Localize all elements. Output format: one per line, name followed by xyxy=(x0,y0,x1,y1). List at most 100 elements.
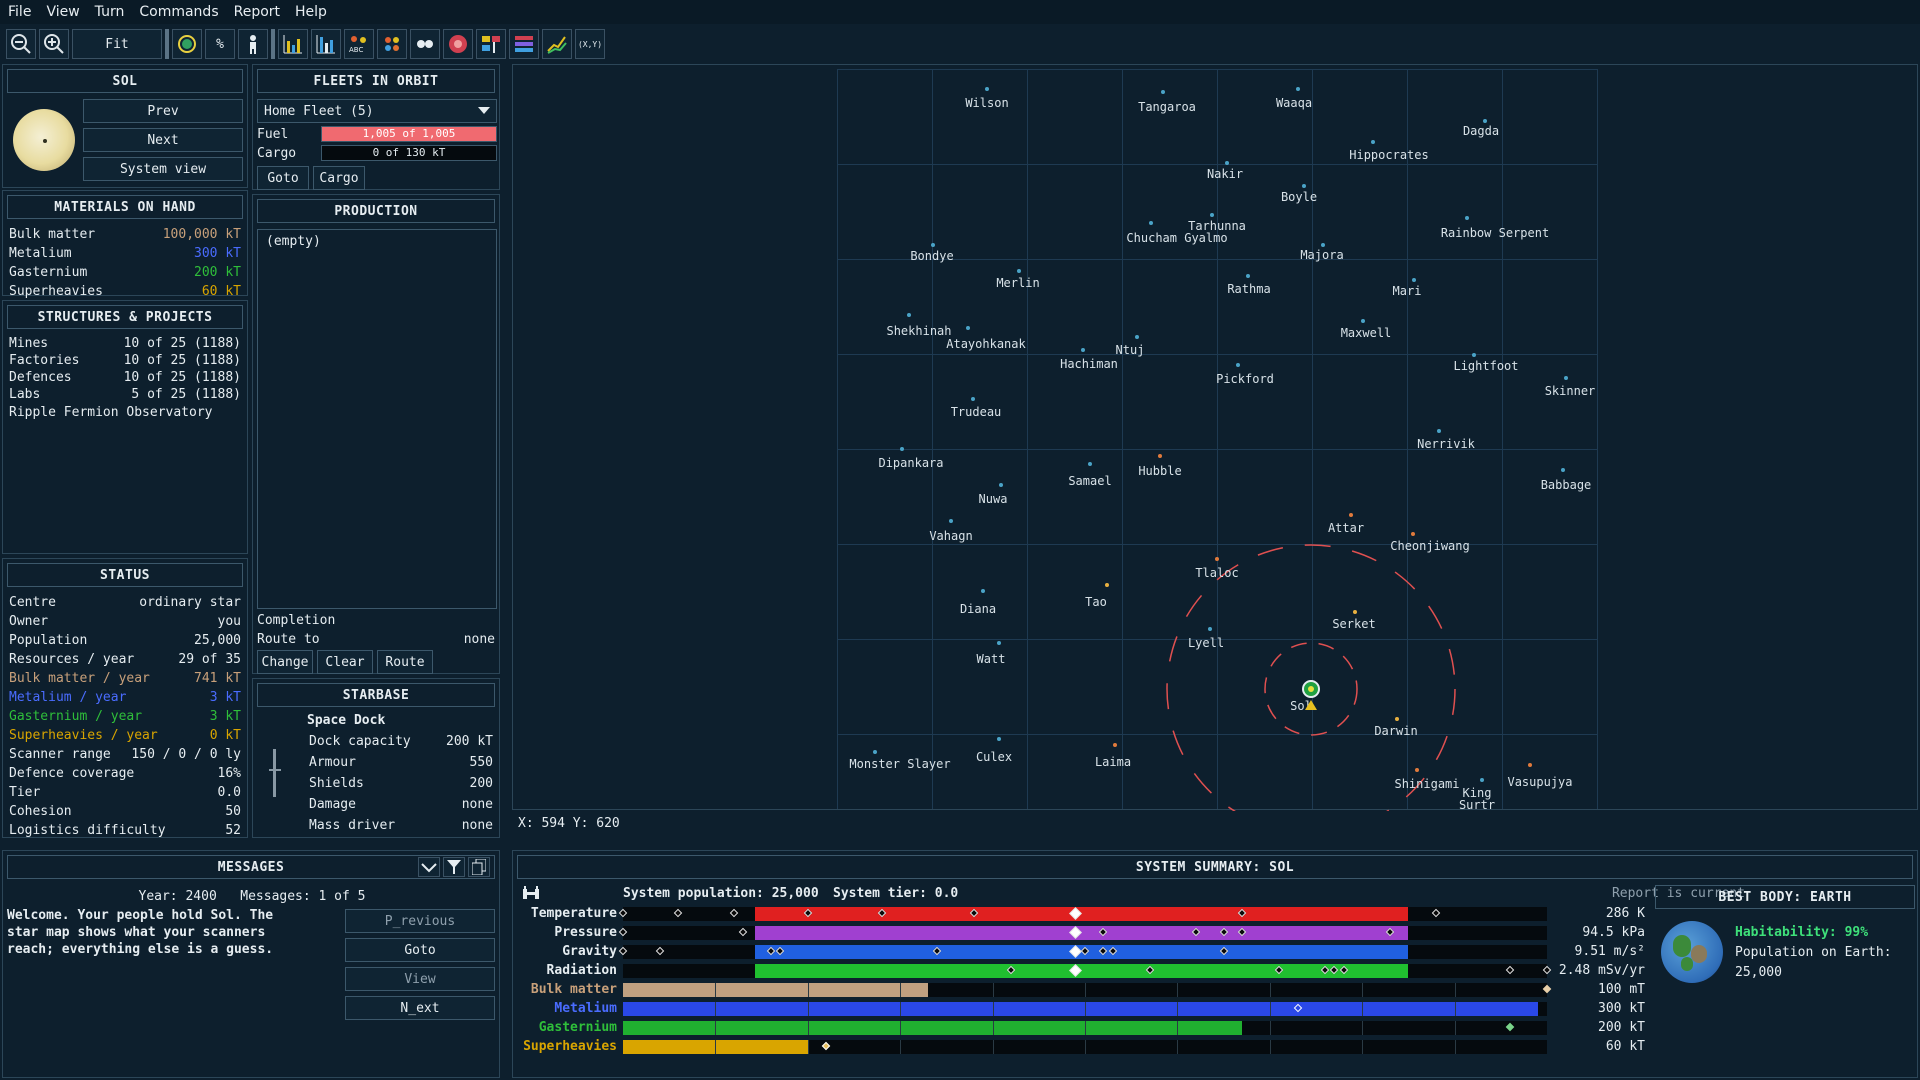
star-dot[interactable] xyxy=(1081,348,1085,352)
star-dot[interactable] xyxy=(1113,743,1117,747)
star-label[interactable]: Mari xyxy=(1393,284,1422,298)
star-dot[interactable] xyxy=(999,483,1003,487)
star-dot[interactable] xyxy=(981,589,985,593)
flags-icon[interactable] xyxy=(476,29,506,59)
star-label[interactable]: Waaqa xyxy=(1276,96,1312,110)
menu-help[interactable]: Help xyxy=(287,4,334,20)
home-marker-icon[interactable] xyxy=(1302,680,1320,698)
star-dot[interactable] xyxy=(971,397,975,401)
star-dot[interactable] xyxy=(931,243,935,247)
message-goto-button[interactable]: Goto xyxy=(345,938,495,962)
star-dot[interactable] xyxy=(1225,161,1229,165)
star-label[interactable]: Lightfoot xyxy=(1453,359,1518,373)
star-dot[interactable] xyxy=(997,641,1001,645)
star-dot[interactable] xyxy=(1480,778,1484,782)
names-icon[interactable]: ABC xyxy=(344,29,374,59)
star-dot[interactable] xyxy=(1412,278,1416,282)
star-label[interactable]: Tangaroa xyxy=(1138,100,1196,114)
star-label[interactable]: Lyell xyxy=(1188,636,1224,650)
star-label[interactable]: Trudeau xyxy=(951,405,1002,419)
star-label[interactable]: Wilson xyxy=(965,96,1008,110)
fleet-goto-button[interactable]: Goto xyxy=(257,166,309,190)
star-label[interactable]: Nakir xyxy=(1207,167,1243,181)
star-label[interactable]: Serket xyxy=(1332,617,1375,631)
menu-view[interactable]: View xyxy=(38,4,86,20)
star-label[interactable]: Ntuj xyxy=(1116,343,1145,357)
fleet-marker-icon[interactable] xyxy=(1305,699,1317,714)
star-dot[interactable] xyxy=(985,87,989,91)
star-label[interactable]: Dipankara xyxy=(878,456,943,470)
star-label[interactable]: Watt xyxy=(977,652,1006,666)
message-next-button[interactable]: N_ext xyxy=(345,996,495,1020)
star-dot[interactable] xyxy=(1395,717,1399,721)
star-dot[interactable] xyxy=(1215,557,1219,561)
star-dot[interactable] xyxy=(1411,532,1415,536)
zoom-out-icon[interactable] xyxy=(6,29,36,59)
menu-turn[interactable]: Turn xyxy=(87,4,132,20)
scanner-range-icon[interactable] xyxy=(172,29,202,59)
star-colors-icon[interactable] xyxy=(377,29,407,59)
star-label[interactable]: Hippocrates xyxy=(1349,148,1428,162)
star-label[interactable]: Attar xyxy=(1328,521,1364,535)
binary-stars-icon[interactable] xyxy=(410,29,440,59)
star-label[interactable]: Diana xyxy=(960,602,996,616)
star-label[interactable]: Merlin xyxy=(996,276,1039,290)
star-dot[interactable] xyxy=(907,313,911,317)
star-dot[interactable] xyxy=(1149,221,1153,225)
star-dot[interactable] xyxy=(1465,216,1469,220)
fleet-cargo-button[interactable]: Cargo xyxy=(313,166,365,190)
star-label[interactable]: Hubble xyxy=(1138,464,1181,478)
star-label[interactable]: Nuwa xyxy=(979,492,1008,506)
star-dot[interactable] xyxy=(1353,610,1357,614)
star-label[interactable]: Monster Slayer xyxy=(849,757,950,771)
star-dot[interactable] xyxy=(1302,184,1306,188)
production-route-button[interactable]: Route xyxy=(377,650,433,674)
fit-button[interactable]: Fit xyxy=(72,29,162,59)
star-dot[interactable] xyxy=(900,447,904,451)
star-dot[interactable] xyxy=(1437,429,1441,433)
star-label[interactable]: Atayohkanak xyxy=(946,337,1025,351)
star-label[interactable]: Shinigami xyxy=(1394,777,1459,791)
star-dot[interactable] xyxy=(1561,468,1565,472)
star-dot[interactable] xyxy=(1528,763,1532,767)
star-dot[interactable] xyxy=(1161,90,1165,94)
star-label[interactable]: Dagda xyxy=(1463,124,1499,138)
message-view-button[interactable]: View xyxy=(345,967,495,991)
star-label[interactable]: Pickford xyxy=(1216,372,1274,386)
production-queue[interactable]: (empty) xyxy=(257,229,497,609)
star-dot[interactable] xyxy=(1246,274,1250,278)
star-dot[interactable] xyxy=(1349,513,1353,517)
star-label[interactable]: Hachiman xyxy=(1060,357,1118,371)
star-label[interactable]: Bondye xyxy=(910,249,953,263)
production-clear-button[interactable]: Clear xyxy=(317,650,373,674)
star-label[interactable]: Maxwell xyxy=(1341,326,1392,340)
percent-button[interactable]: % xyxy=(205,29,235,59)
star-dot[interactable] xyxy=(1135,335,1139,339)
fleet-select[interactable]: Home Fleet (5) xyxy=(257,99,497,123)
star-dot[interactable] xyxy=(997,737,1001,741)
star-dot[interactable] xyxy=(966,326,970,330)
prev-system-button[interactable]: Prev xyxy=(83,99,243,123)
menu-report[interactable]: Report xyxy=(226,4,287,20)
production-change-button[interactable]: Change xyxy=(257,650,313,674)
star-label[interactable]: Nerrivik xyxy=(1417,437,1475,451)
star-dot[interactable] xyxy=(1210,213,1214,217)
star-label[interactable]: Cheonjiwang xyxy=(1390,539,1469,553)
star-dot[interactable] xyxy=(1321,243,1325,247)
star-dot[interactable] xyxy=(1105,583,1109,587)
system-view-button[interactable]: System view xyxy=(83,157,243,181)
copy-icon[interactable] xyxy=(468,857,490,877)
star-label[interactable]: Rathma xyxy=(1227,282,1270,296)
star-label[interactable]: Tlaloc xyxy=(1195,566,1238,580)
star-dot[interactable] xyxy=(1158,454,1162,458)
collapse-icon[interactable] xyxy=(418,857,440,877)
star-label[interactable]: Laima xyxy=(1095,755,1131,769)
star-label[interactable]: Skinner xyxy=(1545,384,1596,398)
star-label[interactable]: King Surtr xyxy=(1457,787,1497,811)
next-system-button[interactable]: Next xyxy=(83,128,243,152)
star-label[interactable]: Chucham Gyalmo xyxy=(1126,231,1227,245)
message-previous-button[interactable]: P_revious xyxy=(345,909,495,933)
star-dot[interactable] xyxy=(1236,363,1240,367)
star-label[interactable]: Rainbow Serpent xyxy=(1441,226,1549,240)
star-label[interactable]: Samael xyxy=(1068,474,1111,488)
